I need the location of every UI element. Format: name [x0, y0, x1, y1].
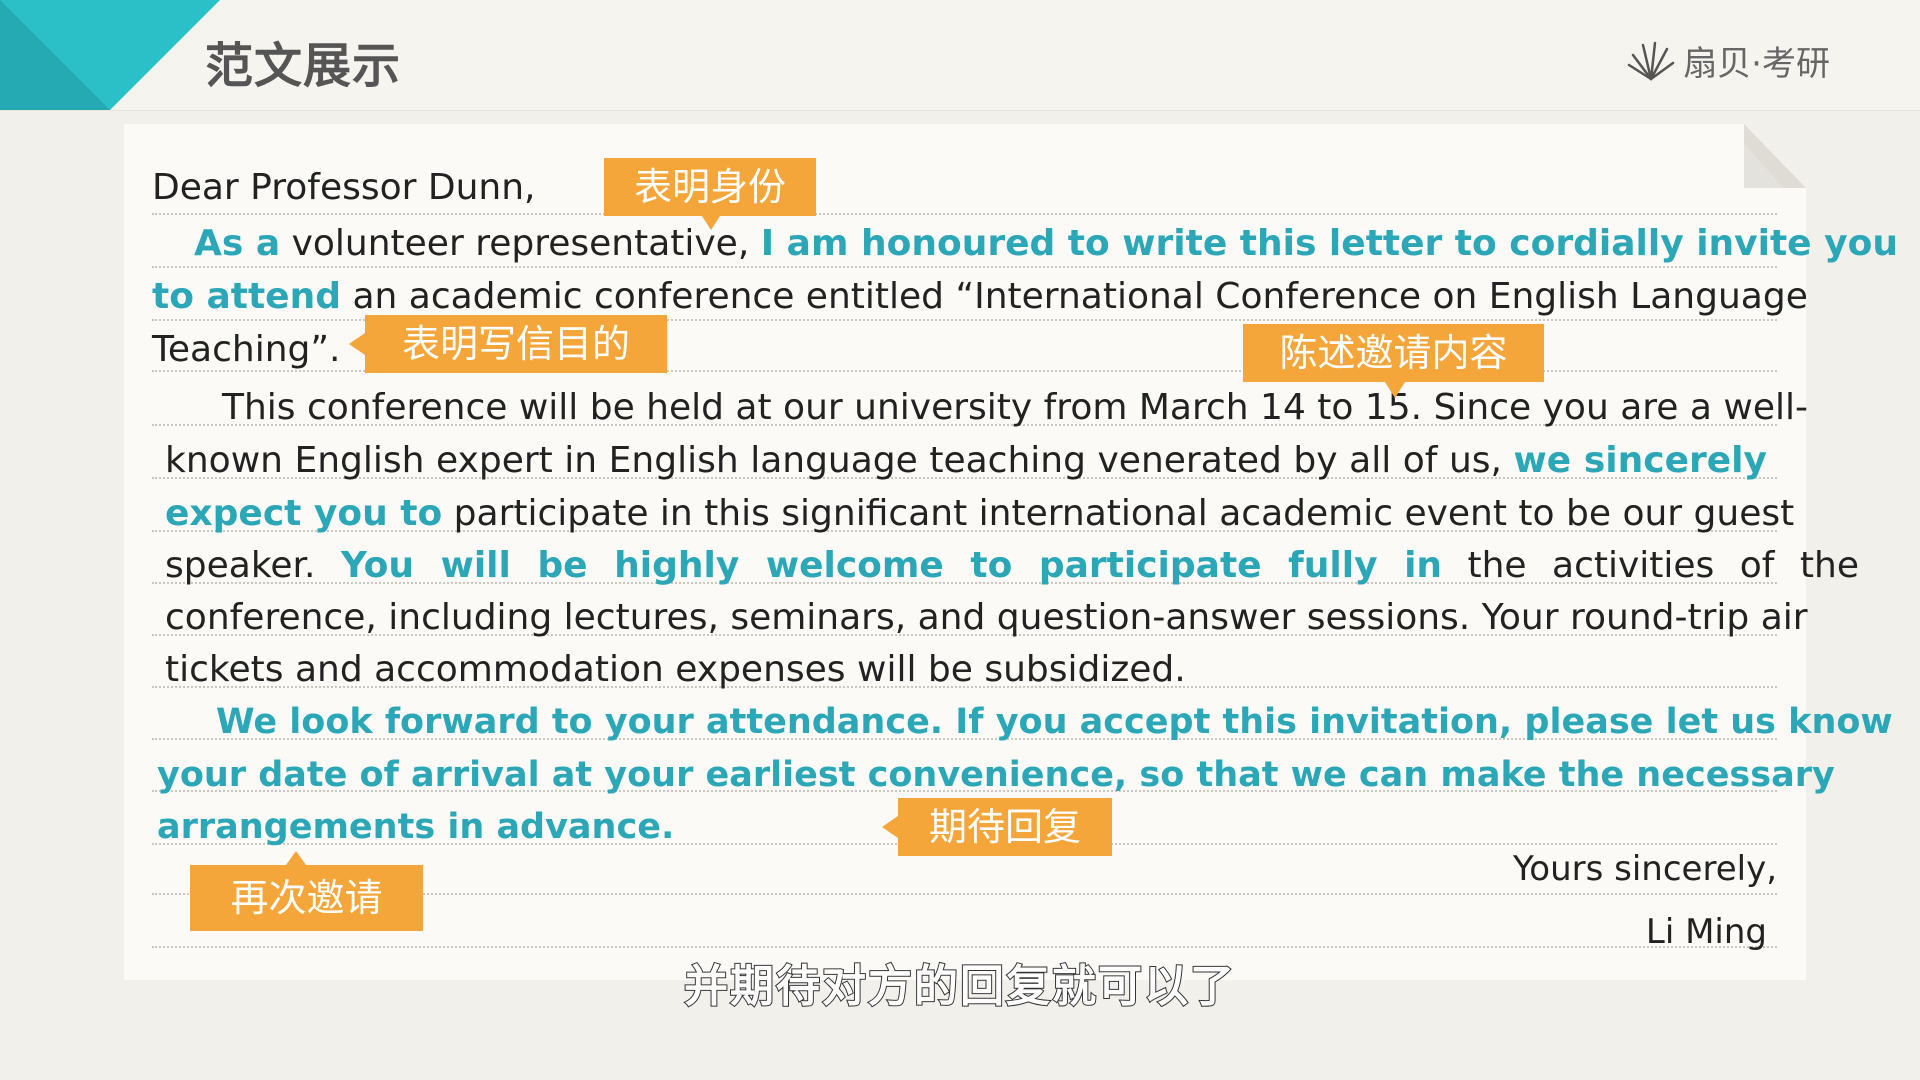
tag-pointer	[882, 816, 898, 838]
tag-pointer	[702, 216, 720, 230]
page-title: 范文展示	[205, 38, 402, 94]
highlight-phrase: to attend	[152, 276, 341, 317]
highlight-phrase: As a	[194, 223, 281, 264]
letter-line: speaker. You will be highly welcome to p…	[165, 545, 1859, 586]
signature: Li Ming	[1645, 912, 1767, 952]
salutation: Dear Professor Dunn,	[152, 167, 536, 208]
slide: 范文展示 扇贝·考研 Dear Professor Dunn, As a vol…	[0, 0, 1920, 1080]
rule-line	[152, 213, 1777, 215]
video-subtitle: 并期待对方的回复就可以了	[683, 960, 1236, 1013]
brand-name: 扇贝·考研	[1683, 44, 1830, 84]
letter-line-highlight: arrangements in advance.	[157, 807, 675, 847]
tag-pointer	[1385, 382, 1405, 398]
letter-line: Teaching”.	[152, 329, 341, 370]
tag-identity: 表明身份	[604, 158, 816, 216]
rule-line	[152, 946, 1777, 948]
letter-text: known English expert in English language…	[165, 440, 1514, 481]
letter-line-highlight: We look forward to your attendance. If y…	[216, 702, 1893, 742]
page-fold-icon	[1744, 124, 1806, 188]
letter-line-highlight: your date of arrival at your earliest co…	[157, 755, 1835, 795]
letter-line: tickets and accommodation expenses will …	[165, 649, 1186, 690]
tag-pointer	[286, 851, 306, 865]
tag-pointer	[349, 333, 365, 355]
header-bar: 范文展示 扇贝·考研	[0, 0, 1920, 111]
letter-line: As a volunteer representative, I am hono…	[152, 223, 1898, 264]
letter-text: volunteer representative,	[280, 223, 761, 264]
closing: Yours sincerely,	[1513, 849, 1777, 889]
tag-invite-again: 再次邀请	[190, 865, 423, 931]
tag-content: 陈述邀请内容	[1243, 324, 1544, 382]
letter-text: the activities of the	[1442, 545, 1859, 586]
brand-logo: 扇贝·考研	[1625, 36, 1830, 85]
letter-text: an academic conference entitled “Interna…	[341, 276, 1808, 317]
rule-line	[152, 266, 1777, 268]
letter-line: to attend an academic conference entitle…	[152, 276, 1808, 317]
letter-text: speaker.	[165, 545, 341, 586]
shell-icon	[1627, 41, 1675, 80]
letter-line: conference, including lectures, seminars…	[165, 597, 1808, 638]
letter-text: participate in this significant internat…	[442, 493, 1795, 534]
tag-reply: 期待回复	[898, 798, 1112, 856]
letter-line: known English expert in English language…	[165, 443, 1767, 479]
highlight-phrase: I am honoured to write this letter to co…	[760, 223, 1898, 264]
letter-line: expect you to participate in this signif…	[165, 493, 1794, 534]
highlight-phrase: You will be highly welcome to participat…	[340, 545, 1443, 586]
letter-line: This conference will be held at our univ…	[222, 387, 1808, 428]
tag-purpose: 表明写信目的	[365, 315, 667, 373]
highlight-phrase: we sincerely	[1513, 440, 1767, 481]
highlight-phrase: expect you to	[165, 493, 443, 534]
corner-decoration	[0, 0, 220, 110]
